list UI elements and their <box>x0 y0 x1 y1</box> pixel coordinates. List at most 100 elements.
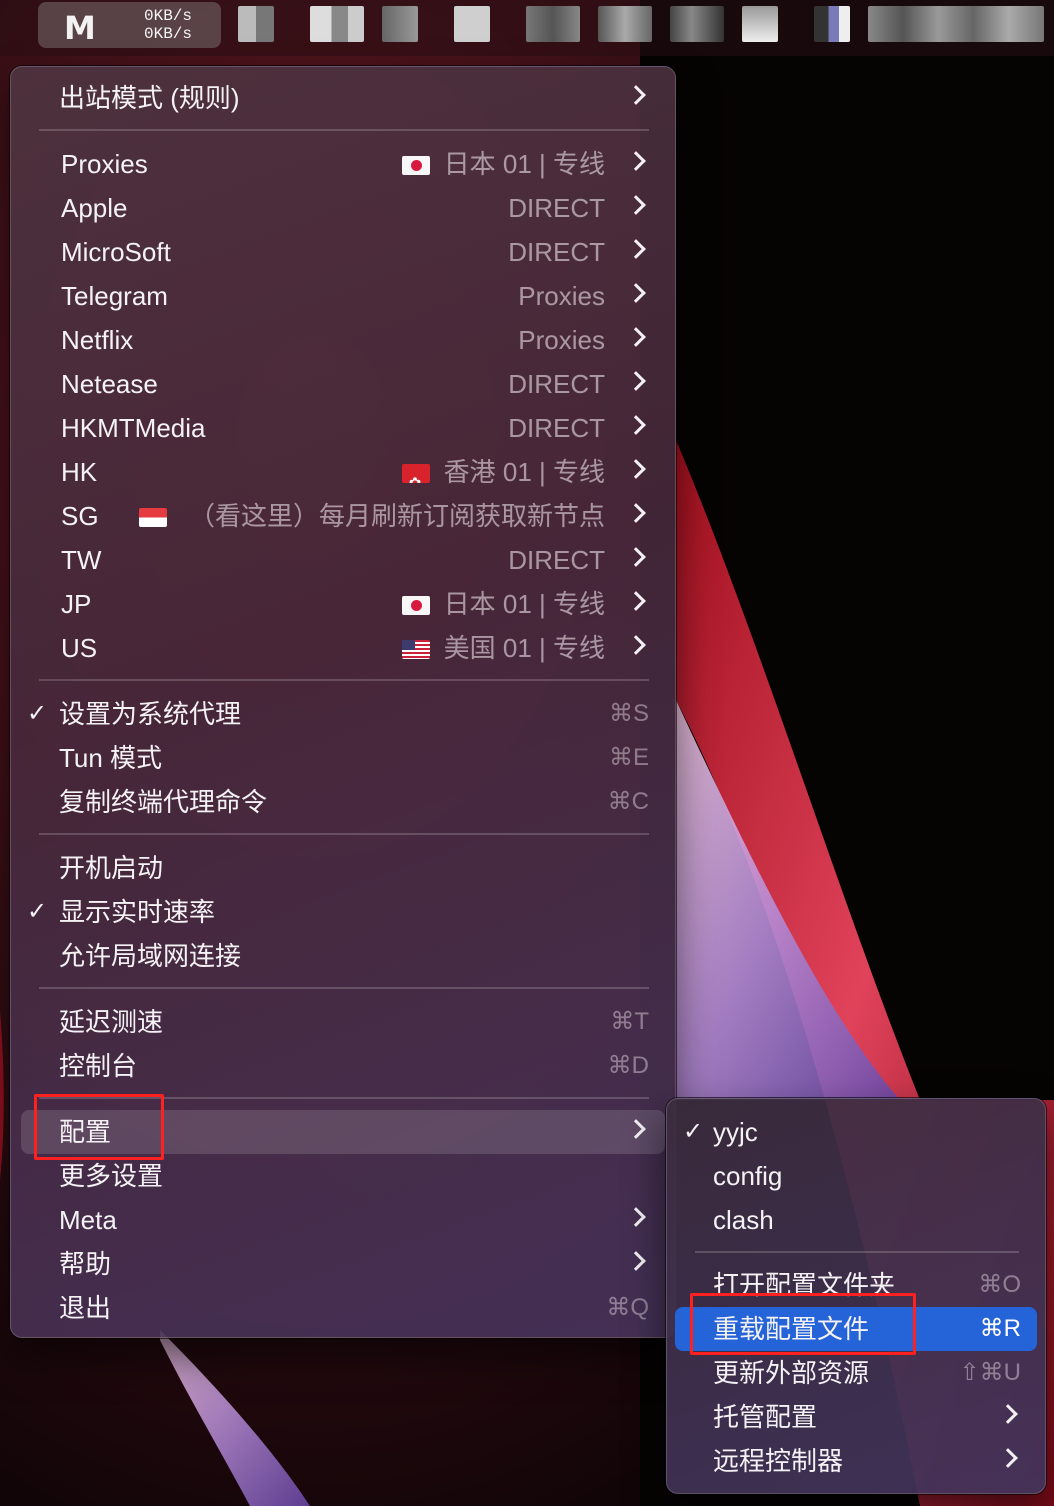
blurred-menubar-icon[interactable] <box>814 6 850 42</box>
singapore-flag-icon <box>138 508 167 527</box>
blurred-menubar-icon[interactable] <box>454 6 490 42</box>
proxy-group-netflix[interactable]: Netflix Proxies <box>21 318 665 362</box>
menu-item-help[interactable]: 帮助 <box>21 1242 665 1286</box>
checkmark-icon: ✓ <box>27 700 48 727</box>
menu-item-label: 更多设置 <box>59 1161 164 1191</box>
proxy-group-value: 日本 01 | 专线 <box>443 589 605 619</box>
keyboard-shortcut: ⌘R <box>979 1315 1021 1342</box>
menu-item-label: 允许局域网连接 <box>59 941 242 971</box>
blurred-menubar-icon[interactable] <box>238 6 274 42</box>
blurred-menubar-icon[interactable] <box>382 6 418 42</box>
menu-item-label: 显示实时速率 <box>59 897 216 927</box>
keyboard-shortcut: ⇧⌘U <box>959 1359 1021 1386</box>
keyboard-shortcut: ⌘Q <box>606 1294 649 1321</box>
proxy-group-selection: 日本 01 | 专线 <box>401 142 605 186</box>
proxy-group-label: HKMTMedia <box>61 413 206 443</box>
proxy-group-value: 美国 01 | 专线 <box>443 633 605 663</box>
menu-item-show-speed[interactable]: ✓ 显示实时速率 <box>21 890 665 934</box>
menu-item-allow-lan[interactable]: 允许局域网连接 <box>21 934 665 978</box>
proxy-group-value: DIRECT <box>508 413 605 443</box>
blurred-menubar-clock[interactable] <box>868 6 1044 42</box>
proxy-group-jp[interactable]: JP 日本 01 | 专线 <box>21 582 665 626</box>
proxy-group-label: TW <box>61 545 102 575</box>
menu-item-label: Meta <box>59 1205 117 1235</box>
annotation-box-config <box>34 1094 164 1160</box>
menu-item-label: 帮助 <box>59 1249 112 1279</box>
menu-item-label: 控制台 <box>59 1051 138 1081</box>
chevron-right-icon <box>626 283 646 303</box>
menu-item-update-external-resources[interactable]: 更新外部资源 ⇧⌘U <box>675 1351 1037 1395</box>
menu-separator <box>39 679 649 681</box>
blurred-menubar-icon[interactable] <box>742 6 778 42</box>
proxy-group-value: Proxies <box>518 325 605 355</box>
proxy-group-value: DIRECT <box>508 545 605 575</box>
proxy-group-selection: 美国 01 | 专线 <box>401 626 605 670</box>
blurred-menubar-icon[interactable] <box>310 6 364 42</box>
proxy-group-label: Apple <box>61 193 128 223</box>
menu-item-label: 退出 <box>59 1293 112 1323</box>
chevron-right-icon <box>626 327 646 347</box>
chevron-right-icon <box>626 635 646 655</box>
proxy-group-proxies[interactable]: Proxies 日本 01 | 专线 <box>21 142 665 186</box>
menu-item-copy-terminal-proxy[interactable]: 复制终端代理命令 ⌘C <box>21 780 665 824</box>
proxy-group-microsoft[interactable]: MicroSoft DIRECT <box>21 230 665 274</box>
chevron-right-icon <box>626 85 646 105</box>
menu-bar: M 0KB/s 0KB/s <box>0 0 1054 56</box>
blurred-menubar-icon[interactable] <box>598 6 652 42</box>
chevron-right-icon <box>998 1448 1018 1468</box>
profile-clash[interactable]: clash <box>675 1198 1037 1242</box>
menu-item-dashboard[interactable]: 控制台 ⌘D <box>21 1044 665 1088</box>
menu-separator <box>695 1251 1019 1253</box>
download-speed: 0KB/s <box>144 25 193 43</box>
menu-item-more-settings[interactable]: 更多设置 <box>21 1154 665 1198</box>
menu-item-quit[interactable]: 退出 ⌘Q <box>21 1286 665 1330</box>
profile-config[interactable]: config <box>675 1154 1037 1198</box>
proxy-group-telegram[interactable]: Telegram Proxies <box>21 274 665 318</box>
keyboard-shortcut: ⌘D <box>607 1052 649 1079</box>
chevron-right-icon <box>626 1119 646 1139</box>
proxy-group-apple[interactable]: Apple DIRECT <box>21 186 665 230</box>
menu-item-outbound-mode[interactable]: 出站模式 (规则) <box>21 76 665 120</box>
menu-separator <box>39 129 649 131</box>
proxy-group-value: （看这里）每月刷新订阅获取新节点 <box>188 501 605 531</box>
menu-item-latency-test[interactable]: 延迟测速 ⌘T <box>21 1000 665 1044</box>
keyboard-shortcut: ⌘E <box>608 744 649 771</box>
proxy-group-label: US <box>61 633 98 663</box>
proxy-group-hkmtmedia[interactable]: HKMTMedia DIRECT <box>21 406 665 450</box>
menu-item-system-proxy[interactable]: ✓ 设置为系统代理 ⌘S <box>21 692 665 736</box>
proxy-group-hk[interactable]: HK 香港 01 | 专线 <box>21 450 665 494</box>
proxy-group-selection: （看这里）每月刷新订阅获取新节点 <box>138 494 605 538</box>
clash-logo-icon: M <box>64 9 96 47</box>
proxy-group-us[interactable]: US 美国 01 | 专线 <box>21 626 665 670</box>
proxy-group-label: SG <box>61 501 99 531</box>
chevron-right-icon <box>626 1207 646 1227</box>
blurred-menubar-icon[interactable] <box>526 6 580 42</box>
proxy-group-tw[interactable]: TW DIRECT <box>21 538 665 582</box>
profile-yyjc[interactable]: ✓ yyjc <box>675 1110 1037 1154</box>
menu-item-managed-config[interactable]: 托管配置 <box>675 1395 1037 1439</box>
menu-separator <box>39 833 649 835</box>
proxy-group-value: DIRECT <box>508 193 605 223</box>
proxy-group-label: Netflix <box>61 325 134 355</box>
proxy-group-sg[interactable]: SG （看这里）每月刷新订阅获取新节点 <box>21 494 665 538</box>
keyboard-shortcut: ⌘O <box>978 1271 1021 1298</box>
proxy-group-selection: 香港 01 | 专线 <box>401 450 605 494</box>
menu-item-label: 设置为系统代理 <box>59 699 242 729</box>
blurred-menubar-icon[interactable] <box>670 6 724 42</box>
menu-item-launch-at-login[interactable]: 开机启动 <box>21 846 665 890</box>
chevron-right-icon <box>626 371 646 391</box>
menu-item-meta[interactable]: Meta <box>21 1198 665 1242</box>
proxy-group-netease[interactable]: Netease DIRECT <box>21 362 665 406</box>
clash-status-item[interactable]: M 0KB/s 0KB/s <box>38 2 221 48</box>
chevron-right-icon <box>626 195 646 215</box>
menu-item-remote-controller[interactable]: 远程控制器 <box>675 1439 1037 1483</box>
checkmark-icon: ✓ <box>683 1118 704 1145</box>
chevron-right-icon <box>626 547 646 567</box>
proxy-group-value: DIRECT <box>508 237 605 267</box>
menu-item-tun-mode[interactable]: Tun 模式 ⌘E <box>21 736 665 780</box>
japan-flag-icon <box>401 596 430 615</box>
chevron-right-icon <box>626 1251 646 1271</box>
keyboard-shortcut: ⌘C <box>607 788 649 815</box>
chevron-right-icon <box>626 591 646 611</box>
menu-item-label: 托管配置 <box>713 1402 818 1432</box>
